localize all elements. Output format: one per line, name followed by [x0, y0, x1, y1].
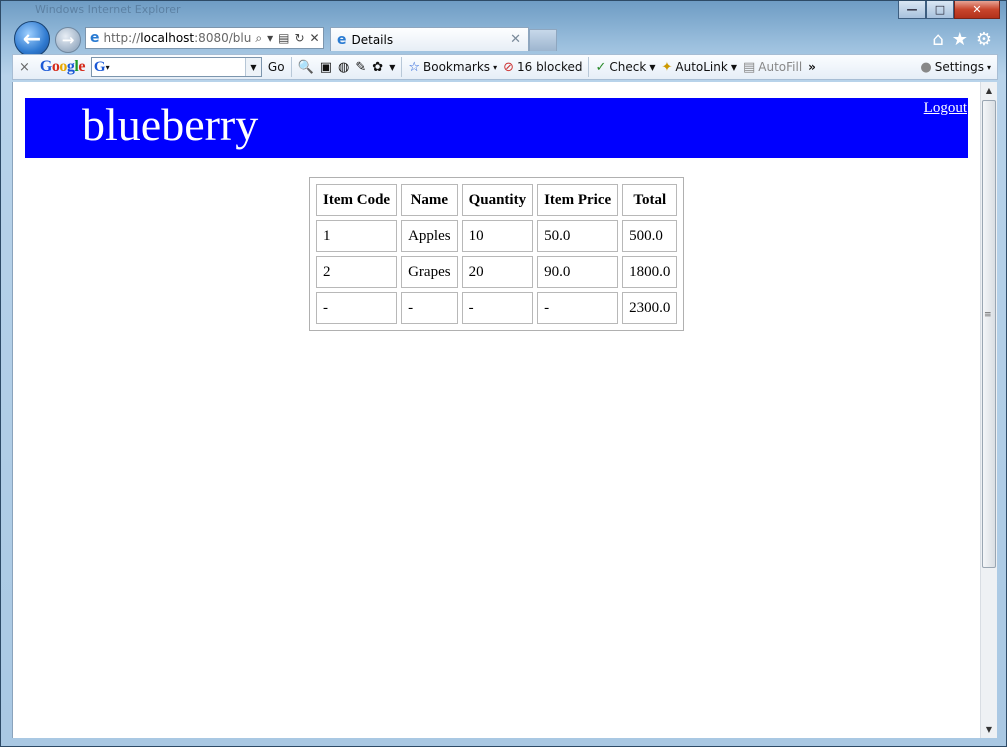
search-options-icon[interactable]: 🔍 — [298, 60, 314, 75]
maximize-button[interactable]: □ — [926, 1, 954, 19]
page-viewport: blueberry Logout Item Code Name Quantity… — [12, 82, 980, 738]
bookmarks-button[interactable]: ☆ Bookmarks ▾ — [408, 60, 497, 75]
scroll-down-arrow-icon[interactable]: ▼ — [981, 721, 997, 738]
table-cell: 2 — [316, 256, 398, 288]
table-total-row: - - - - 2300.0 — [316, 292, 678, 324]
window-title: Windows Internet Explorer — [35, 3, 181, 16]
go-button[interactable]: Go — [268, 60, 285, 74]
column-header: Name — [401, 184, 458, 216]
table-cell: Grapes — [401, 256, 458, 288]
forward-arrow-icon: → — [61, 31, 75, 49]
settings-button[interactable]: ● Settings ▾ — [920, 60, 991, 75]
spell-check-button[interactable]: ✓ Check ▼ — [595, 60, 655, 75]
column-header: Item Price — [537, 184, 619, 216]
home-icon[interactable]: ⌂ — [932, 29, 943, 50]
tab-label: Details — [351, 32, 394, 47]
table-cell: 500.0 — [622, 220, 678, 252]
back-arrow-icon: ← — [22, 26, 42, 52]
table-cell: 1 — [316, 220, 398, 252]
column-header: Total — [622, 184, 678, 216]
site-brand: blueberry — [82, 99, 259, 150]
table-cell: - — [461, 292, 534, 324]
google-g-icon: G — [93, 58, 106, 75]
popup-blocker-button[interactable]: ⊘ 16 blocked — [503, 60, 582, 75]
browser-window: Windows Internet Explorer — □ ✕ ← → e ht… — [0, 0, 1007, 747]
table-cell: 90.0 — [537, 256, 619, 288]
search-icon[interactable]: ⌕ — [255, 31, 262, 46]
logout-link[interactable]: Logout — [924, 100, 967, 117]
column-header: Quantity — [461, 184, 534, 216]
notebook-icon[interactable]: ✎ — [355, 60, 366, 75]
forward-button[interactable]: → — [55, 27, 81, 53]
table-cell: 20 — [461, 256, 534, 288]
translate-icon[interactable]: ◍ — [338, 60, 349, 75]
table-cell: - — [316, 292, 398, 324]
more-chevron-button[interactable]: » — [808, 60, 816, 74]
toolbar-divider — [401, 57, 403, 77]
google-search-input[interactable]: G ▾ ▼ — [90, 57, 262, 77]
table-header-row: Item Code Name Quantity Item Price Total — [316, 184, 678, 216]
column-header: Item Code — [316, 184, 398, 216]
refresh-icon[interactable]: ↻ — [294, 31, 304, 46]
wand-icon: ✦ — [661, 59, 673, 75]
new-tab-button[interactable] — [529, 29, 557, 51]
autofill-icon: ▤ — [742, 59, 756, 75]
table-cell: Apples — [401, 220, 458, 252]
site-header-banner: blueberry Logout — [25, 98, 968, 158]
vertical-scrollbar[interactable]: ▲ ≡ ▼ — [980, 82, 997, 738]
autofill-button[interactable]: ▤ AutoFill — [743, 60, 802, 75]
address-bar[interactable]: e http://localhost:8080/blu ⌕ ▾ ▤ ↻ ✕ — [85, 27, 324, 49]
autolink-button[interactable]: ✦ AutoLink ▼ — [661, 60, 737, 75]
scrollbar-thumb[interactable] — [982, 100, 996, 568]
table-cell: 50.0 — [537, 220, 619, 252]
toolbar-divider — [588, 57, 590, 77]
table-cell: 10 — [461, 220, 534, 252]
toolbar-close-icon[interactable]: × — [19, 60, 30, 75]
close-window-button[interactable]: ✕ — [954, 1, 1000, 19]
table-cell: 1800.0 — [622, 256, 678, 288]
image-search-icon[interactable]: ▣ — [320, 60, 332, 75]
settings-circle-icon: ● — [920, 59, 932, 75]
toolbar-divider — [290, 57, 292, 77]
scrollbar-grip-icon: ≡ — [984, 310, 992, 320]
star-outline-icon: ☆ — [408, 59, 421, 75]
google-logo: Google — [39, 58, 85, 75]
google-toolbar: × Google G ▾ ▼ Go 🔍 ▣ ◍ ✎ ✿ ▼ ☆ Bookmarks ▾… — [12, 54, 998, 80]
gadgets-icon[interactable]: ✿ — [372, 60, 383, 75]
ie-tab-icon: e — [337, 31, 347, 48]
table-cell: - — [537, 292, 619, 324]
popup-blocked-icon: ⊘ — [503, 59, 514, 75]
back-button[interactable]: ← — [14, 21, 50, 57]
tab-details[interactable]: e Details ✕ — [330, 27, 529, 51]
spell-check-icon: ✓ — [595, 59, 607, 75]
window-controls: — □ ✕ — [898, 1, 1000, 19]
order-details-table: Item Code Name Quantity Item Price Total… — [309, 177, 685, 331]
table-row: 2 Grapes 20 90.0 1800.0 — [316, 256, 678, 288]
tab-close-icon[interactable]: ✕ — [510, 32, 521, 47]
minimize-button[interactable]: — — [898, 1, 926, 19]
favorites-star-icon[interactable]: ★ — [952, 29, 968, 50]
tools-gear-icon[interactable]: ⚙ — [976, 29, 992, 50]
more-dropdown-icon[interactable]: ▼ — [389, 63, 395, 72]
address-text[interactable]: http://localhost:8080/blu — [104, 31, 252, 45]
search-dropdown-icon[interactable]: ▼ — [244, 58, 261, 76]
table-row: 1 Apples 10 50.0 500.0 — [316, 220, 678, 252]
stop-icon[interactable]: ✕ — [310, 31, 320, 46]
grand-total-cell: 2300.0 — [622, 292, 678, 324]
scroll-up-arrow-icon[interactable]: ▲ — [981, 82, 997, 99]
table-cell: - — [401, 292, 458, 324]
compat-view-icon[interactable]: ▤ — [278, 31, 289, 46]
dropdown-icon[interactable]: ▾ — [267, 31, 273, 46]
ie-page-icon: e — [90, 30, 100, 46]
